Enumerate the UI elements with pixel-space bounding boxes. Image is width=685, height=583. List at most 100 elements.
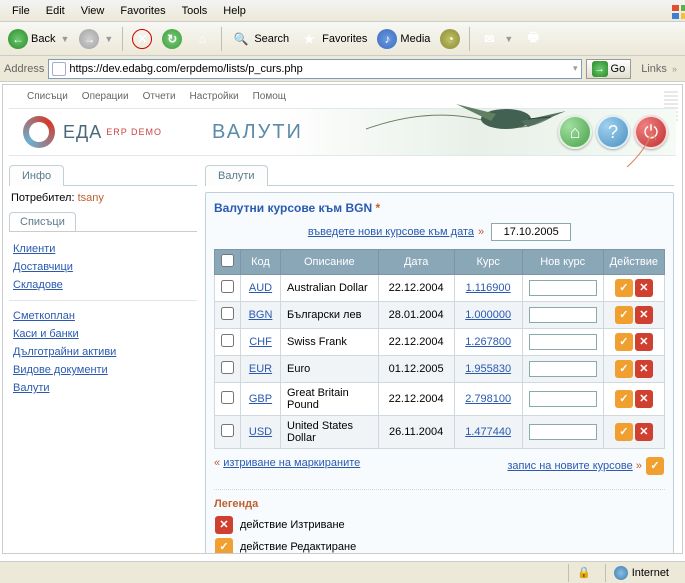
currency-rate-link[interactable]: 2.798100: [465, 393, 511, 405]
history-button[interactable]: ◔: [436, 27, 464, 51]
currency-code-link[interactable]: CHF: [249, 336, 272, 348]
new-rate-input[interactable]: [529, 334, 597, 350]
go-button[interactable]: →Go: [586, 59, 632, 79]
edit-button[interactable]: ✓: [615, 333, 633, 351]
home-icon: ⌂: [192, 29, 212, 49]
sidebar-link-clients[interactable]: Клиенти: [9, 240, 197, 258]
chevron-right-icon: »: [636, 460, 642, 472]
tab-info[interactable]: Инфо: [9, 165, 64, 186]
eda-logo-icon: [23, 116, 55, 148]
new-rate-input[interactable]: [529, 280, 597, 296]
menu-view[interactable]: View: [73, 3, 113, 19]
mail-button[interactable]: ✉▼: [475, 27, 517, 51]
sidebar-link-chart-of-accounts[interactable]: Сметкоплан: [9, 307, 197, 325]
page-title: ВАЛУТИ: [212, 121, 303, 144]
home-button[interactable]: ⌂: [188, 27, 216, 51]
address-input[interactable]: https://dev.edabg.com/erpdemo/lists/p_cu…: [48, 59, 581, 79]
sidebar-link-fixed-assets[interactable]: Дълготрайни активи: [9, 343, 197, 361]
nav-help[interactable]: Помощ: [253, 91, 286, 102]
new-rate-input[interactable]: [529, 424, 597, 440]
date-prompt-link[interactable]: въведете нови курсове към дата: [308, 226, 474, 238]
row-checkbox[interactable]: [221, 361, 234, 374]
new-rate-input[interactable]: [529, 391, 597, 407]
chevron-down-icon: ▼: [60, 34, 69, 44]
links-menu[interactable]: Links »: [637, 63, 681, 75]
menu-edit[interactable]: Edit: [38, 3, 73, 19]
currency-code-link[interactable]: BGN: [249, 309, 273, 321]
table-row: USDUnited States Dollar26.11.20041.47744…: [215, 416, 665, 449]
nav-operations[interactable]: Операции: [82, 91, 129, 102]
app-home-button[interactable]: ⌂: [558, 115, 592, 149]
delete-button[interactable]: ✕: [635, 279, 653, 297]
print-icon: 🖶: [523, 29, 543, 49]
delete-button[interactable]: ✕: [635, 423, 653, 441]
stop-button[interactable]: ✕: [128, 27, 156, 51]
currency-rate-link[interactable]: 1.955830: [465, 363, 511, 375]
sidebar-link-warehouses[interactable]: Складове: [9, 276, 197, 294]
new-rate-input[interactable]: [529, 307, 597, 323]
currency-rate-link[interactable]: 1.267800: [465, 336, 511, 348]
delete-button[interactable]: ✕: [635, 360, 653, 378]
currency-code-link[interactable]: USD: [249, 426, 272, 438]
edit-icon: ✓: [215, 538, 233, 554]
row-checkbox[interactable]: [221, 391, 234, 404]
sidebar-link-currencies[interactable]: Валути: [9, 379, 197, 397]
print-button[interactable]: 🖶: [519, 27, 547, 51]
select-all-checkbox[interactable]: [221, 254, 234, 267]
row-checkbox[interactable]: [221, 424, 234, 437]
row-checkbox[interactable]: [221, 334, 234, 347]
col-rate: Курс: [454, 250, 522, 275]
currency-date: 22.12.2004: [378, 329, 454, 356]
sidebar-link-doc-types[interactable]: Видове документи: [9, 361, 197, 379]
nav-lists[interactable]: Списъци: [27, 91, 68, 102]
lock-icon: 🔒: [577, 566, 591, 579]
edit-button[interactable]: ✓: [615, 360, 633, 378]
forward-button[interactable]: →▼: [75, 27, 117, 51]
row-checkbox[interactable]: [221, 307, 234, 320]
col-desc: Описание: [281, 250, 379, 275]
new-rate-input[interactable]: [529, 361, 597, 377]
edit-button[interactable]: ✓: [615, 306, 633, 324]
refresh-button[interactable]: ↻: [158, 27, 186, 51]
globe-icon: [614, 566, 628, 580]
delete-marked-link[interactable]: изтриване на маркираните: [223, 457, 360, 469]
currency-code-link[interactable]: AUD: [249, 282, 272, 294]
tab-lists[interactable]: Списъци: [9, 212, 76, 231]
chevron-down-icon[interactable]: ▾: [573, 63, 578, 74]
delete-button[interactable]: ✕: [635, 390, 653, 408]
currency-code-link[interactable]: GBP: [249, 393, 272, 405]
edit-button[interactable]: ✓: [615, 390, 633, 408]
date-input[interactable]: [491, 223, 571, 241]
edit-button[interactable]: ✓: [615, 423, 633, 441]
menu-tools[interactable]: Tools: [174, 3, 216, 19]
favorites-button[interactable]: ★Favorites: [295, 27, 371, 51]
delete-button[interactable]: ✕: [635, 306, 653, 324]
back-button[interactable]: ←Back▼: [4, 27, 73, 51]
currency-rate-link[interactable]: 1.000000: [465, 309, 511, 321]
nav-settings[interactable]: Настройки: [190, 91, 239, 102]
annotation-arrow-icon: [622, 129, 662, 169]
search-button[interactable]: 🔍Search: [227, 27, 293, 51]
browser-status-bar: 🔒 Internet: [0, 561, 685, 583]
menu-favorites[interactable]: Favorites: [112, 3, 173, 19]
media-button[interactable]: ♪Media: [373, 27, 434, 51]
menu-help[interactable]: Help: [215, 3, 254, 19]
page-favicon-icon: [52, 62, 66, 76]
user-line: Потребител: tsany: [11, 192, 195, 204]
menu-file[interactable]: File: [4, 3, 38, 19]
media-icon: ♪: [377, 29, 397, 49]
delete-button[interactable]: ✕: [635, 333, 653, 351]
edit-button[interactable]: ✓: [615, 279, 633, 297]
save-rates-link[interactable]: запис на новите курсове: [507, 460, 632, 472]
tab-currencies[interactable]: Валути: [205, 165, 268, 186]
currency-rate-link[interactable]: 1.116900: [466, 282, 511, 294]
legend-delete: ✕действие Изтриване: [214, 516, 665, 534]
house-icon: ⌂: [570, 122, 581, 143]
currency-rate-link[interactable]: 1.477440: [465, 426, 511, 438]
check-icon[interactable]: ✓: [646, 457, 664, 475]
sidebar-link-suppliers[interactable]: Доставчици: [9, 258, 197, 276]
sidebar-link-cash-and-banks[interactable]: Каси и банки: [9, 325, 197, 343]
row-checkbox[interactable]: [221, 280, 234, 293]
currency-code-link[interactable]: EUR: [249, 363, 272, 375]
nav-reports[interactable]: Отчети: [143, 91, 176, 102]
